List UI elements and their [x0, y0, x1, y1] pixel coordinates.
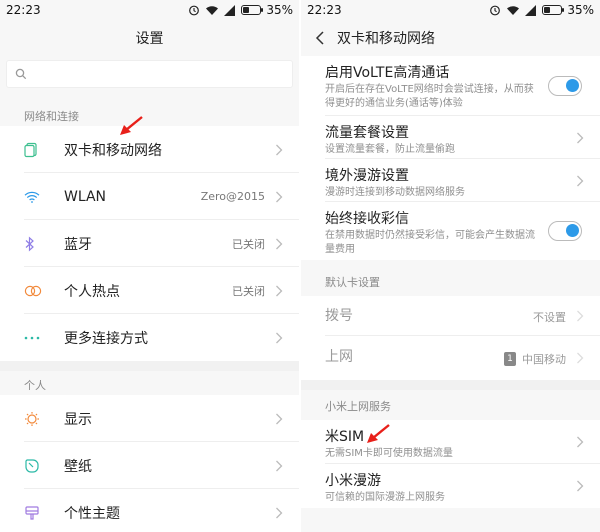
mi-roaming-setting[interactable]: 小米漫游 可信赖的国际漫游上网服务	[301, 464, 600, 508]
search-icon	[15, 65, 27, 84]
settings-screen: 22:23 35% 设置 网络和连接 双卡和移动网络 WLAN Zero@201…	[0, 0, 299, 532]
settings-item-label: 显示	[64, 411, 92, 428]
setting-title: 流量套餐设置	[325, 125, 409, 141]
setting-desc: 漫游时连接到移动数据网络服务	[325, 187, 465, 198]
settings-item-wlan[interactable]: WLAN Zero@2015	[0, 173, 299, 220]
section-header-personal: 个人	[0, 371, 299, 395]
page-title: 双卡和移动网络	[301, 20, 600, 56]
display-sun-icon	[0, 411, 64, 427]
status-time: 22:23	[6, 3, 41, 17]
settings-item-bluetooth[interactable]: 蓝牙 已关闭	[0, 220, 299, 267]
alarm-icon	[188, 4, 200, 16]
chevron-right-icon	[577, 310, 584, 322]
mms-toggle[interactable]	[548, 221, 582, 241]
chevron-right-icon	[276, 285, 283, 296]
settings-item-wallpaper[interactable]: 壁纸	[0, 442, 299, 489]
status-bar: 22:23 35%	[301, 0, 600, 20]
settings-item-label: 双卡和移动网络	[64, 142, 162, 159]
section-header-network: 网络和连接	[0, 96, 299, 126]
status-bar: 22:23 35%	[0, 0, 299, 20]
setting-title: 小米漫游	[325, 473, 381, 489]
battery-percent: 35%	[567, 3, 594, 17]
setting-desc: 在禁用数据时仍然接受彩信，可能会产生数据流量费用	[325, 230, 535, 255]
data-plan-setting[interactable]: 流量套餐设置 设置流量套餐，防止流量偷跑	[301, 116, 600, 159]
section-header-default-card: 默认卡设置	[301, 260, 600, 296]
setting-value: 不设置	[533, 311, 566, 324]
page-title: 设置	[0, 20, 299, 56]
settings-item-hotspot[interactable]: 个人热点 已关闭	[0, 267, 299, 314]
page-title-text: 双卡和移动网络	[337, 31, 435, 47]
theme-icon	[0, 505, 64, 521]
settings-item-label: 个性主题	[64, 505, 120, 522]
hotspot-icon	[0, 285, 64, 297]
internet-default-setting[interactable]: 上网 1 中国移动	[301, 336, 600, 380]
battery-icon	[542, 5, 565, 15]
settings-item-label: 壁纸	[64, 458, 92, 475]
volte-toggle[interactable]	[548, 76, 582, 96]
volte-setting[interactable]: 启用VoLTE高清通话 开启后在存在VoLTE网络时会尝试连接，从而获得更好的通…	[301, 56, 600, 116]
page-title-text: 设置	[135, 31, 164, 47]
sim-card-icon	[0, 142, 64, 158]
setting-desc: 设置流量套餐，防止流量偷跑	[325, 144, 455, 155]
chevron-right-icon	[276, 332, 283, 343]
setting-desc: 开启后在存在VoLTE网络时会尝试连接，从而获得更好的通信业务(通话等)体验	[325, 84, 534, 109]
settings-item-display[interactable]: 显示	[0, 395, 299, 442]
setting-title: 启用VoLTE高清通话	[325, 65, 450, 81]
more-dots-icon	[0, 336, 64, 340]
setting-title: 境外漫游设置	[325, 168, 409, 184]
setting-title: 米SIM	[325, 429, 365, 445]
section-header-mi-service: 小米上网服务	[301, 390, 600, 420]
chevron-right-icon	[577, 352, 584, 364]
battery-icon	[241, 5, 264, 15]
setting-desc: 可信赖的国际漫游上网服务	[325, 492, 445, 503]
chevron-right-icon	[276, 413, 283, 424]
settings-item-label: WLAN	[64, 188, 107, 205]
status-time: 22:23	[307, 3, 342, 17]
settings-item-value: 已关闭	[232, 284, 265, 298]
wifi-status-icon	[205, 5, 219, 16]
settings-item-value: 已关闭	[232, 237, 265, 251]
bluetooth-icon	[0, 235, 64, 252]
settings-item-more-connections[interactable]: 更多连接方式	[0, 314, 299, 361]
annotation-arrow-icon	[120, 116, 143, 135]
alarm-icon	[489, 4, 501, 16]
chevron-right-icon	[577, 175, 584, 186]
chevron-right-icon	[276, 460, 283, 471]
dual-sim-screen: 22:23 35% 双卡和移动网络 启用VoLTE高清通话 开启后在存在VoLT…	[301, 0, 600, 532]
wifi-status-icon	[506, 5, 520, 16]
settings-item-label: 更多连接方式	[64, 330, 148, 347]
settings-item-label: 蓝牙	[64, 236, 92, 253]
mi-sim-setting[interactable]: 米SIM 无需SIM卡即可使用数据流量	[301, 420, 600, 464]
settings-item-label: 个人热点	[64, 283, 120, 300]
wallpaper-icon	[0, 458, 64, 474]
chevron-right-icon	[577, 132, 584, 143]
chevron-right-icon	[276, 191, 283, 202]
sim-badge: 1	[504, 352, 516, 366]
setting-title: 始终接收彩信	[325, 211, 409, 227]
setting-desc: 无需SIM卡即可使用数据流量	[325, 448, 453, 459]
wifi-icon	[0, 191, 64, 203]
settings-item-value: Zero@2015	[200, 190, 265, 203]
signal-icon	[224, 4, 236, 16]
settings-item-theme[interactable]: 个性主题	[0, 489, 299, 532]
chevron-right-icon	[577, 436, 584, 448]
setting-title: 拨号	[325, 308, 353, 324]
setting-value: 中国移动	[522, 353, 566, 366]
roaming-setting[interactable]: 境外漫游设置 漫游时连接到移动数据网络服务	[301, 159, 600, 202]
chevron-right-icon	[276, 507, 283, 518]
chevron-right-icon	[276, 238, 283, 249]
search-input[interactable]	[6, 60, 293, 88]
signal-icon	[525, 4, 537, 16]
settings-item-dual-sim[interactable]: 双卡和移动网络	[0, 126, 299, 173]
chevron-right-icon	[276, 144, 283, 155]
annotation-arrow-icon	[367, 424, 390, 443]
back-arrow-icon[interactable]	[313, 30, 329, 46]
battery-percent: 35%	[266, 3, 293, 17]
mms-setting[interactable]: 始终接收彩信 在禁用数据时仍然接受彩信，可能会产生数据流量费用	[301, 202, 600, 260]
dial-default-setting[interactable]: 拨号 不设置	[301, 296, 600, 336]
chevron-right-icon	[577, 480, 584, 492]
